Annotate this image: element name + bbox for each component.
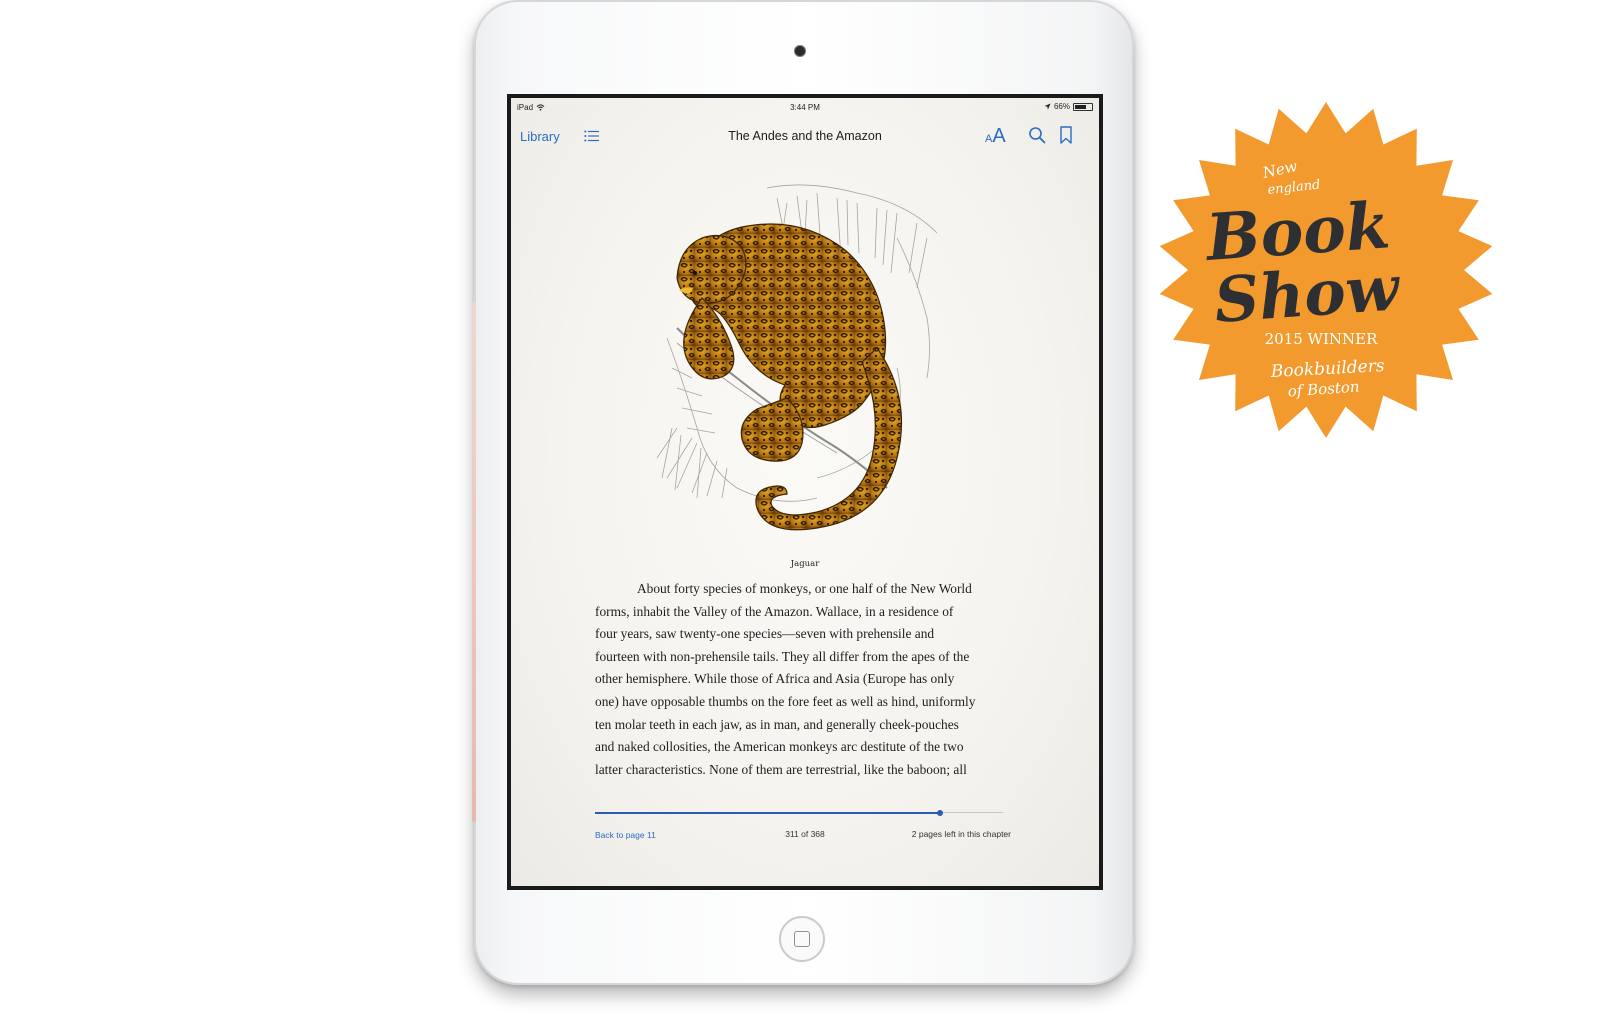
location-arrow-icon <box>1044 103 1051 110</box>
text-line: latter characteristics. None of them are… <box>595 761 967 777</box>
text-line: four years, saw twenty-one species—seven… <box>595 626 935 642</box>
book-show-award-badge: New england Book Show 2015 WINNER Bookbu… <box>1159 102 1493 438</box>
book-page-text[interactable]: About forty species of monkeys, or one h… <box>595 578 1015 781</box>
badge-line-show: Show <box>1212 251 1404 337</box>
ipad-device: iPad 3:44 PM 66% Library The Andes and t… <box>472 0 1134 985</box>
status-bar: iPad 3:44 PM 66% <box>511 98 1099 116</box>
badge-year: 2015 WINNER <box>1265 330 1378 348</box>
book-title: The Andes and the Amazon <box>728 129 882 143</box>
battery-icon <box>1073 102 1093 111</box>
text-line: fourteen with non-prehensile tails. They… <box>595 648 970 664</box>
search-icon[interactable] <box>1028 126 1046 144</box>
figure-caption: Jaguar <box>790 559 820 569</box>
ibooks-reader: iPad 3:44 PM 66% Library The Andes and t… <box>511 98 1099 886</box>
reader-toolbar: Library The Andes and the Amazon AA <box>511 118 1099 154</box>
text-line: one) have opposable thumbs on the fore f… <box>595 693 976 709</box>
text-line: other hemisphere. While those of Africa … <box>595 671 955 687</box>
scrubber-fill <box>595 811 940 814</box>
text-line: forms, inhabit the Valley of the Amazon.… <box>595 603 954 619</box>
text-line: and naked collosities, the American monk… <box>595 739 964 755</box>
status-time: 3:44 PM <box>790 103 820 112</box>
battery-fill <box>1075 104 1086 109</box>
front-camera <box>794 45 806 57</box>
ipad-screen-bezel: iPad 3:44 PM 66% Library The Andes and t… <box>507 94 1103 890</box>
text-line: ten molar teeth in each jaw, as in man, … <box>595 716 959 732</box>
page-scrubber[interactable] <box>595 809 1003 816</box>
jaguar-illustration <box>656 184 938 531</box>
scrubber-handle[interactable] <box>936 809 943 816</box>
bookmark-icon[interactable] <box>1059 126 1073 144</box>
battery-percent: 66% <box>1053 102 1070 111</box>
home-button[interactable] <box>779 916 825 962</box>
pages-left-in-chapter: 2 pages left in this chapter <box>911 829 1011 839</box>
text-line: About forty species of monkeys, or one h… <box>637 581 972 596</box>
status-right: 66% <box>1044 102 1093 111</box>
font-size-button[interactable]: AA <box>985 125 1006 148</box>
font-size-icon: AA <box>985 125 1006 147</box>
